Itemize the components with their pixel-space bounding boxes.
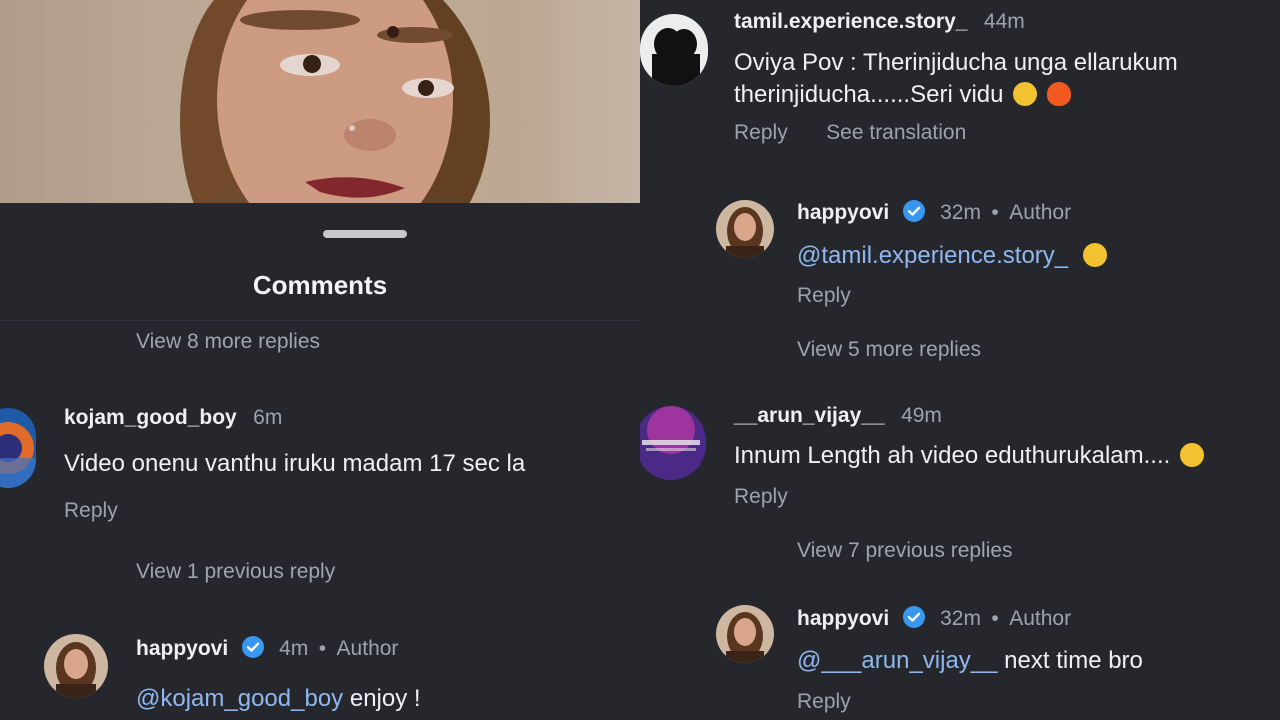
separator-dot: • xyxy=(991,201,999,224)
mention-link[interactable]: @tamil.experience.story_ xyxy=(797,242,1068,269)
reply-text: @kojam_good_boy enjoy ! xyxy=(136,683,421,715)
crying-emoji-icon xyxy=(1179,443,1204,467)
comment-header: tamil.experience.story_ 44m xyxy=(734,10,1025,34)
see-translation-button[interactable]: See translation xyxy=(826,121,966,144)
timestamp: 4m xyxy=(279,637,309,660)
reply-button[interactable]: Reply xyxy=(797,284,851,308)
username[interactable]: tamil.experience.story_ xyxy=(734,10,967,33)
reply-text-body: next time bro xyxy=(997,647,1143,674)
mention-link[interactable]: @___arun_vijay__ xyxy=(797,647,998,674)
view-previous-reply-button[interactable]: View 1 previous reply xyxy=(136,560,335,584)
reply-text: @___arun_vijay__ next time bro xyxy=(797,645,1143,677)
username[interactable]: happyovi xyxy=(797,201,889,224)
comment-header: kojam_good_boy 6m xyxy=(64,406,282,430)
separator-dot: • xyxy=(318,637,327,660)
comment-text-line1: Oviya Pov : Therinjiducha unga ellarukum xyxy=(734,49,1178,76)
author-label: Author xyxy=(1009,201,1072,224)
comment-text-body: therinjiducha......Seri vidu xyxy=(734,81,1004,108)
reply-header: happyovi 32m • Author xyxy=(797,199,1071,225)
timestamp: 44m xyxy=(983,10,1025,33)
timestamp: 6m xyxy=(253,406,283,429)
reply-button[interactable]: Reply xyxy=(734,121,788,144)
comment-text: Innum Length ah video eduthurukalam.... xyxy=(734,440,1204,472)
comment-header: __arun_vijay__ 49m xyxy=(734,404,942,428)
fire-emoji-icon xyxy=(1046,82,1071,106)
author-label: Author xyxy=(336,637,399,660)
divider xyxy=(0,320,640,321)
comments-panel-right: tamil.experience.story_ 44m Oviya Pov : … xyxy=(640,0,1280,720)
timestamp: 32m xyxy=(940,607,981,630)
reply-button[interactable]: Reply xyxy=(64,499,118,523)
comment-text-body: Innum Length ah video eduthurukalam.... xyxy=(734,442,1171,469)
reply-button[interactable]: Reply xyxy=(797,690,851,714)
avatar[interactable] xyxy=(0,408,36,488)
verified-badge-icon xyxy=(241,636,264,658)
username[interactable]: kojam_good_boy xyxy=(64,406,237,429)
timestamp: 32m xyxy=(940,201,981,224)
view-more-replies-button[interactable]: View 5 more replies xyxy=(797,338,981,362)
comment-actions: Reply See translation xyxy=(734,121,966,145)
comment-text: Video onenu vanthu iruku madam 17 sec la xyxy=(64,450,526,477)
reply-text: @tamil.experience.story_ xyxy=(797,240,1107,272)
separator-dot: • xyxy=(991,607,999,630)
verified-badge-icon xyxy=(902,606,925,628)
reply-text-body: enjoy ! xyxy=(343,685,421,712)
avatar[interactable] xyxy=(640,406,706,480)
reply-header: happyovi 32m • Author xyxy=(797,605,1071,631)
username[interactable]: __arun_vijay__ xyxy=(734,404,885,427)
view-more-replies-button[interactable]: View 8 more replies xyxy=(136,330,320,354)
comment-text-line2: therinjiducha......Seri vidu xyxy=(734,79,1071,111)
reply-button[interactable]: Reply xyxy=(734,485,788,509)
author-avatar[interactable] xyxy=(716,200,774,258)
author-label: Author xyxy=(1009,607,1072,630)
profile-photo xyxy=(0,0,640,203)
author-avatar[interactable] xyxy=(716,605,774,663)
timestamp: 49m xyxy=(901,404,942,427)
view-previous-replies-button[interactable]: View 7 previous replies xyxy=(797,539,1013,563)
reply-header: happyovi 4m • Author xyxy=(136,635,398,661)
comments-panel-left: Comments View 8 more replies kojam_good_… xyxy=(0,0,640,720)
author-avatar[interactable] xyxy=(44,634,108,698)
verified-badge-icon xyxy=(902,200,925,222)
username[interactable]: happyovi xyxy=(797,607,889,630)
laughing-emoji-icon xyxy=(1082,243,1107,267)
laughing-emoji-icon xyxy=(1013,82,1038,106)
bottom-sheet-drag-handle[interactable] xyxy=(323,230,407,238)
comments-title: Comments xyxy=(252,270,388,300)
username[interactable]: happyovi xyxy=(136,637,228,660)
avatar[interactable] xyxy=(640,14,708,86)
mention-link[interactable]: @kojam_good_boy xyxy=(136,685,343,712)
